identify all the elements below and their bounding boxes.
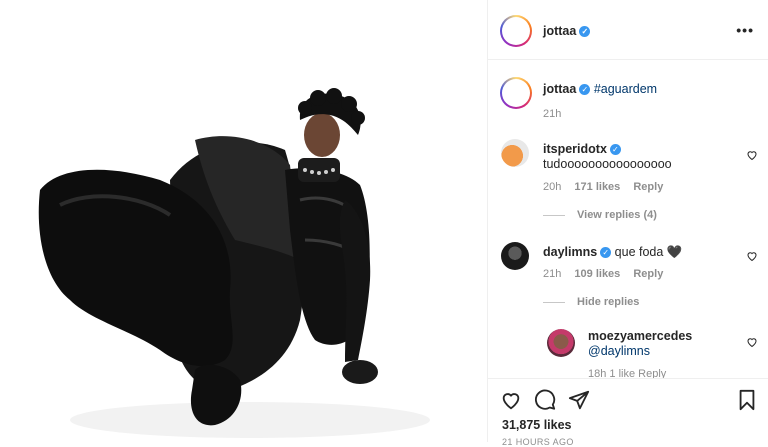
verified-badge-icon: ✓ <box>609 144 621 156</box>
caption-text-wrap: jottaa ✓ #aguardem <box>543 82 657 96</box>
caption-avatar[interactable] <box>500 77 532 109</box>
comment-username-wrap: itsperidotx ✓ <box>543 142 621 156</box>
verified-badge-icon: ✓ <box>579 26 591 38</box>
comments-list[interactable]: jottaa ✓ #aguardem 21h itsperidotx ✓ tudoo… <box>488 61 768 378</box>
hide-replies-label[interactable]: Hide replies <box>577 296 639 308</box>
comment-text: tudoooooooooooooooo <box>543 157 672 171</box>
hide-replies-button[interactable]: Hide replies <box>543 296 639 308</box>
header-username-wrap[interactable]: jottaa ✓ <box>543 24 591 38</box>
post-photo[interactable] <box>0 0 487 442</box>
view-replies-button[interactable]: View replies (4) <box>543 209 657 221</box>
reply-button[interactable]: Reply <box>633 268 663 280</box>
verified-badge-icon: ✓ <box>600 247 612 259</box>
comment-bubble-icon[interactable] <box>534 389 556 411</box>
post-header: jottaa ✓ ••• <box>488 0 768 60</box>
bookmark-save-icon[interactable] <box>736 389 758 411</box>
comment-text: que foda 🖤 <box>614 245 683 259</box>
replies-divider <box>543 214 565 216</box>
reply-avatar[interactable] <box>547 329 575 357</box>
instagram-post: jottaa ✓ ••• jottaa ✓ #aguardem 21h itsper… <box>0 0 768 447</box>
like-comment-heart-icon[interactable] <box>746 149 758 161</box>
like-heart-icon[interactable] <box>500 389 522 411</box>
post-side-panel: jottaa ✓ ••• jottaa ✓ #aguardem 21h itsper… <box>487 0 768 447</box>
post-actions: 31,875 likes 21 HOURS AGO <box>488 378 768 447</box>
comment-likes[interactable]: 109 likes <box>574 268 620 280</box>
reply-button[interactable]: Reply <box>633 181 663 193</box>
view-replies-label[interactable]: View replies (4) <box>577 209 657 221</box>
comment-text-wrap: daylimns ✓ que foda 🖤 <box>543 245 682 260</box>
like-comment-heart-icon[interactable] <box>746 336 758 348</box>
like-comment-heart-icon[interactable] <box>746 250 758 262</box>
comment-time: 21h <box>543 268 562 280</box>
post-timestamp: 21 HOURS AGO <box>502 437 574 447</box>
replies-divider <box>543 301 565 303</box>
comment-meta: 21h 109 likes Reply <box>543 268 673 280</box>
comment-meta: 20h 171 likes Reply <box>543 181 673 193</box>
likes-count[interactable]: 31,875 likes <box>502 418 572 432</box>
reply-username: moezyamercedes <box>588 329 693 343</box>
header-username[interactable]: jottaa <box>543 24 576 38</box>
post-photo-figure <box>0 0 487 442</box>
reply-mention[interactable]: @daylimns <box>588 344 650 358</box>
more-options-icon[interactable]: ••• <box>736 22 754 38</box>
share-send-icon[interactable] <box>568 389 590 411</box>
reply-meta: 18h 1 like Reply <box>588 368 667 378</box>
comment-avatar[interactable] <box>501 242 529 270</box>
comment-time: 20h <box>543 181 562 193</box>
caption-username[interactable]: jottaa <box>543 82 576 96</box>
comment-avatar[interactable] <box>501 139 529 167</box>
comment-likes[interactable]: 171 likes <box>574 181 620 193</box>
verified-badge-icon: ✓ <box>579 84 591 96</box>
caption-hashtag[interactable]: #aguardem <box>594 82 657 96</box>
caption-time: 21h <box>543 108 562 120</box>
comment-username[interactable]: daylimns <box>543 245 597 259</box>
profile-avatar[interactable] <box>500 15 532 47</box>
comment-username[interactable]: itsperidotx <box>543 142 607 156</box>
